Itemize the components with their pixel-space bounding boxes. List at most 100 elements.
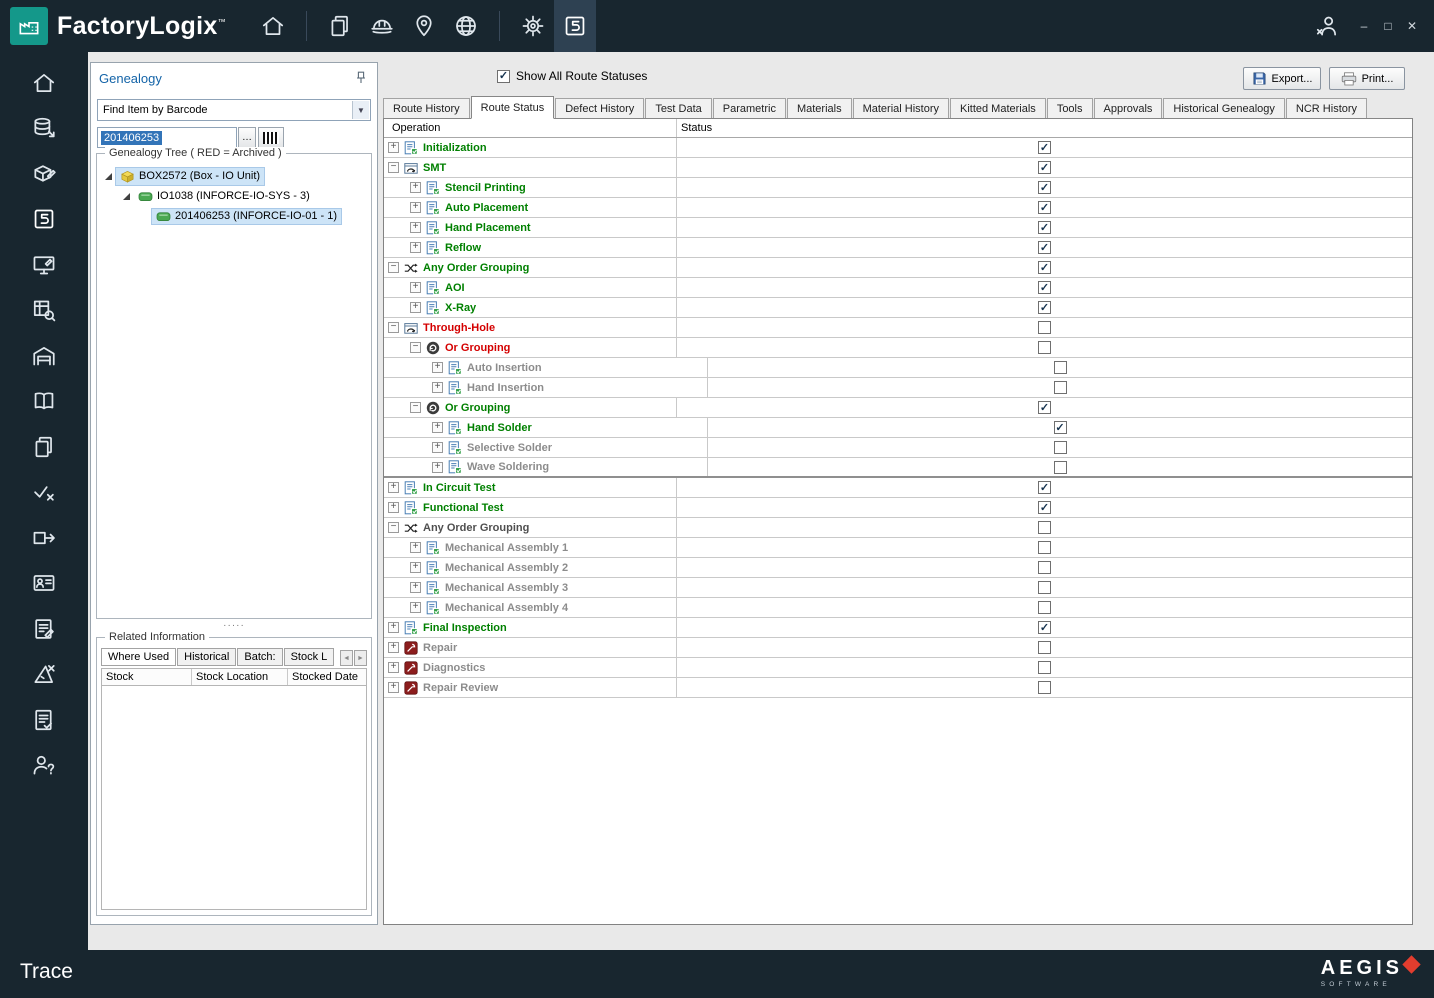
status-checkbox[interactable] [1038, 301, 1051, 314]
status-checkbox[interactable] [1038, 681, 1051, 694]
grid-row[interactable]: + Wave Soldering [384, 458, 1412, 478]
expand-button[interactable]: + [410, 602, 421, 613]
collapse-button[interactable]: − [388, 322, 399, 333]
sidebar-item-data-query[interactable] [0, 288, 88, 334]
status-checkbox[interactable] [1053, 441, 1067, 454]
close-button[interactable]: ✕ [1400, 19, 1424, 33]
sidebar-item-design[interactable] [0, 652, 88, 698]
grid-row[interactable]: − Any Order Grouping [384, 518, 1412, 538]
show-all-checkbox[interactable] [497, 69, 510, 83]
grid-row[interactable]: + X-Ray [384, 298, 1412, 318]
export-button[interactable]: Export... [1243, 67, 1321, 90]
grid-row[interactable]: + Hand Placement [384, 218, 1412, 238]
grid-row[interactable]: + Initialization [384, 138, 1412, 158]
status-checkbox[interactable] [1038, 521, 1051, 534]
documents-icon[interactable] [319, 0, 361, 52]
grid-row[interactable]: + Selective Solder [384, 438, 1412, 458]
grid-row[interactable]: + Mechanical Assembly 2 [384, 558, 1412, 578]
grid-row[interactable]: + Mechanical Assembly 3 [384, 578, 1412, 598]
stock-column-header[interactable]: Stocked Date [288, 669, 366, 685]
expand-button[interactable]: + [432, 422, 443, 433]
collapse-button[interactable]: − [410, 342, 421, 353]
barcode-scan-button[interactable] [258, 127, 284, 148]
tab-defect-history[interactable]: Defect History [555, 98, 645, 118]
tab-tools[interactable]: Tools [1046, 98, 1093, 118]
related-tab-where-used[interactable]: Where Used [101, 648, 177, 666]
grid-row[interactable]: + Final Inspection [384, 618, 1412, 638]
expand-button[interactable]: + [410, 182, 421, 193]
related-tab-stock-l[interactable]: Stock L [283, 648, 335, 666]
grid-row[interactable]: + Stencil Printing [384, 178, 1412, 198]
minimize-button[interactable]: – [1352, 19, 1376, 33]
maximize-button[interactable]: □ [1376, 19, 1400, 33]
status-checkbox[interactable] [1038, 661, 1051, 674]
status-checkbox[interactable] [1038, 621, 1051, 634]
status-checkbox[interactable] [1053, 421, 1067, 434]
tab-approvals[interactable]: Approvals [1093, 98, 1163, 118]
splitter-handle[interactable]: ····· [91, 620, 377, 631]
expand-button[interactable]: + [388, 482, 399, 493]
grid-row[interactable]: + Reflow [384, 238, 1412, 258]
sidebar-item-home[interactable] [0, 60, 88, 106]
expand-button[interactable]: + [410, 202, 421, 213]
tab-historical-genealogy[interactable]: Historical Genealogy [1163, 98, 1285, 118]
hardhat-icon[interactable] [361, 0, 403, 52]
grid-row[interactable]: + Functional Test [384, 498, 1412, 518]
grid-row[interactable]: − Or Grouping [384, 338, 1412, 358]
status-checkbox[interactable] [1038, 321, 1051, 334]
status-checkbox[interactable] [1053, 381, 1067, 394]
status-checkbox[interactable] [1038, 181, 1051, 194]
location-pin-icon[interactable] [403, 0, 445, 52]
sidebar-item-transfer[interactable] [0, 515, 88, 561]
sidebar-item-quality[interactable] [0, 470, 88, 516]
grid-row[interactable]: + Auto Insertion [384, 358, 1412, 378]
settings-gear-icon[interactable] [512, 0, 554, 52]
sidebar-item-copy[interactable] [0, 424, 88, 470]
tab-test-data[interactable]: Test Data [645, 98, 712, 118]
collapse-button[interactable]: − [388, 162, 399, 173]
expand-button[interactable]: + [388, 642, 399, 653]
expand-button[interactable]: + [388, 662, 399, 673]
barcode-input[interactable]: 201406253 [97, 127, 237, 148]
grid-row[interactable]: − SMT [384, 158, 1412, 178]
grid-row[interactable]: + Mechanical Assembly 1 [384, 538, 1412, 558]
sidebar-item-support[interactable] [0, 743, 88, 789]
collapse-button[interactable]: − [410, 402, 421, 413]
tab-route-history[interactable]: Route History [383, 98, 470, 118]
tab-scroll-right-icon[interactable]: ► [354, 650, 367, 666]
sidebar-item-worksheet[interactable] [0, 606, 88, 652]
status-checkbox[interactable] [1038, 141, 1051, 154]
tab-scroll-left-icon[interactable]: ◄ [340, 650, 353, 666]
expand-button[interactable]: + [410, 582, 421, 593]
status-column-header[interactable]: Status [677, 119, 1412, 137]
grid-row[interactable]: + Repair [384, 638, 1412, 658]
grid-row[interactable]: + Repair Review [384, 678, 1412, 698]
expand-button[interactable]: + [432, 382, 443, 393]
user-logout-icon[interactable] [1306, 0, 1348, 52]
tab-route-status[interactable]: Route Status [470, 96, 555, 119]
sidebar-item-materials[interactable] [0, 151, 88, 197]
grid-row[interactable]: − Or Grouping [384, 398, 1412, 418]
sidebar-item-report[interactable] [0, 697, 88, 743]
expand-button[interactable]: + [410, 242, 421, 253]
status-checkbox[interactable] [1038, 241, 1051, 254]
tab-parametric[interactable]: Parametric [712, 98, 786, 118]
status-checkbox[interactable] [1038, 261, 1051, 274]
status-checkbox[interactable] [1038, 341, 1051, 354]
tree-expander-icon[interactable] [105, 172, 112, 180]
grid-row[interactable]: + In Circuit Test [384, 478, 1412, 498]
tree-item[interactable]: IO1038 (INFORCE-IO-SYS - 3) [99, 186, 369, 206]
expand-button[interactable]: + [388, 622, 399, 633]
related-tab-historical[interactable]: Historical [177, 648, 237, 666]
sidebar-item-trace[interactable] [0, 197, 88, 243]
sidebar-item-production[interactable] [0, 106, 88, 152]
home-icon[interactable] [252, 0, 294, 52]
sidebar-item-badge[interactable] [0, 561, 88, 607]
operation-column-header[interactable]: Operation [384, 119, 677, 137]
status-checkbox[interactable] [1038, 481, 1051, 494]
tree-item[interactable]: 201406253 (INFORCE-IO-01 - 1) [99, 206, 369, 226]
status-checkbox[interactable] [1038, 401, 1051, 414]
expand-button[interactable]: + [410, 282, 421, 293]
sidebar-item-documentation[interactable] [0, 379, 88, 425]
tree-expander-icon[interactable] [123, 192, 130, 200]
